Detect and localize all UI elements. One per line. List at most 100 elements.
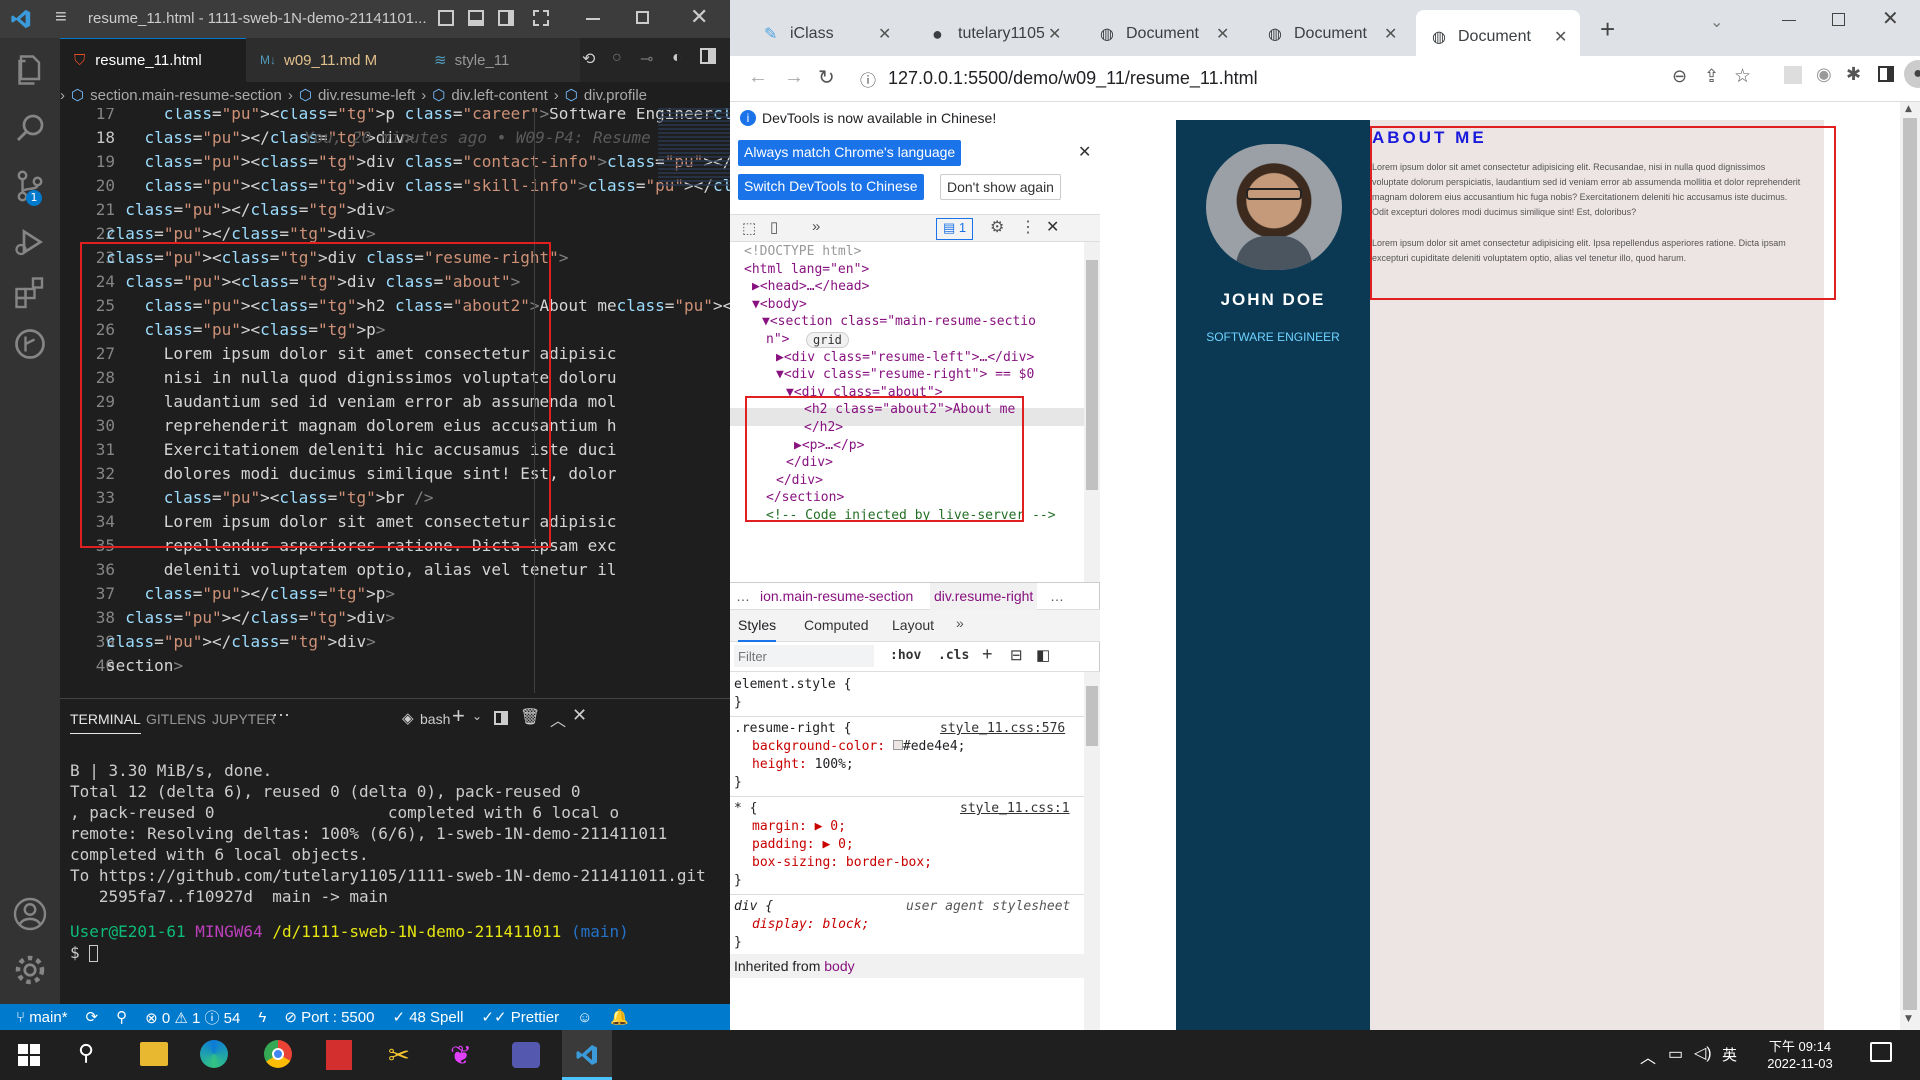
customize-layout-icon[interactable] — [533, 10, 549, 26]
new-rule-icon[interactable]: + — [982, 644, 993, 665]
always-match-language-button[interactable]: Always match Chrome's language — [738, 140, 962, 166]
scroll-down-icon[interactable]: ▼ — [1905, 1014, 1912, 1024]
close-icon[interactable]: ✕ — [1882, 6, 1899, 31]
clock-time[interactable]: 下午 09:14 — [1760, 1036, 1840, 1055]
maximize-panel-icon[interactable]: ︿ — [550, 707, 566, 731]
tray-chevron-icon[interactable]: ︿ — [1640, 1044, 1656, 1068]
account-icon[interactable] — [12, 896, 48, 932]
url-text[interactable]: 127.0.0.1:5500/demo/w09_11/resume_11.htm… — [888, 68, 1258, 89]
toggle-sidebar-icon[interactable]: ◧ — [1036, 646, 1050, 664]
infobar-close-icon[interactable]: ✕ — [1078, 142, 1091, 162]
dom-scrollbar[interactable] — [1084, 242, 1100, 582]
tab-computed[interactable]: Computed — [804, 617, 869, 633]
tab-close-icon[interactable]: ✕ — [878, 24, 891, 44]
pdf-reader-icon[interactable] — [326, 1040, 352, 1070]
settings-gear-icon[interactable] — [12, 952, 48, 988]
forward-icon[interactable]: → — [784, 66, 804, 89]
breadcrumb-item[interactable]: div.resume-left — [318, 87, 415, 104]
browser-tab-document-1[interactable]: ◍ Document ✕ — [1084, 12, 1234, 56]
breadcrumb-item[interactable]: section.main-resume-section — [90, 87, 282, 104]
maximize-icon[interactable] — [636, 11, 649, 24]
tab-resume-html[interactable]: ⛉ resume_11.html — [60, 38, 246, 82]
terminal-input-line[interactable]: $ — [70, 942, 99, 963]
dom-node-line[interactable]: ▼<section class="main-resume-sectio — [762, 314, 1036, 329]
inspect-element-icon[interactable]: ⬚ — [742, 219, 756, 237]
element-style-selector[interactable]: element.style { — [734, 676, 851, 694]
lightning-icon[interactable]: ϟ — [258, 1009, 266, 1026]
styles-filter-input[interactable] — [734, 645, 874, 667]
tab-style-css[interactable]: ≋ style_11 — [420, 38, 580, 82]
gitlens-status-icon[interactable]: ⚲ — [116, 1008, 127, 1026]
scroll-up-icon[interactable]: ▲ — [1905, 104, 1912, 114]
next-change-icon[interactable]: ⊸ — [640, 49, 653, 69]
share-icon[interactable]: ⇪ — [1704, 66, 1719, 87]
settings-gear-icon[interactable]: ⚙ — [990, 217, 1004, 237]
computed-styles-icon[interactable]: ⊟ — [1010, 646, 1023, 664]
terminal-shell-name[interactable]: bash — [420, 711, 450, 727]
cls-toggle[interactable]: .cls — [938, 648, 969, 663]
styles-pane[interactable]: element.style { } .resume-right { style_… — [730, 672, 1084, 1030]
notification-center-icon[interactable] — [1870, 1042, 1892, 1062]
extension-1-icon[interactable] — [1784, 66, 1802, 84]
volume-icon[interactable]: ◁) — [1694, 1043, 1712, 1063]
browser-tab-github[interactable]: ● tutelary1105 ✕ — [916, 12, 1066, 56]
toggle-sidebar-icon[interactable] — [438, 10, 454, 26]
issues-counter[interactable]: ▤ 1 — [936, 218, 974, 240]
tab-close-icon[interactable]: ✕ — [1048, 24, 1061, 44]
tab-terminal[interactable]: TERMINAL — [70, 711, 141, 734]
color-swatch[interactable] — [892, 740, 903, 750]
breadcrumb-item[interactable]: div.left-content — [451, 87, 547, 104]
tab-close-icon[interactable]: ✕ — [1216, 24, 1229, 44]
network-icon[interactable]: ▭ — [1668, 1044, 1683, 1064]
chrome-icon[interactable] — [264, 1040, 292, 1068]
tab-search-icon[interactable]: ⌄ — [1710, 12, 1723, 32]
minimize-icon[interactable] — [1782, 20, 1796, 21]
tab-gitlens[interactable]: GITLENS — [146, 711, 206, 727]
site-info-icon[interactable]: ⓘ — [860, 67, 876, 91]
more-style-tabs-icon[interactable]: » — [956, 615, 964, 631]
page-scrollbar[interactable]: ▲ ▼ — [1900, 102, 1920, 1030]
panel-more-icon[interactable]: ⋯ — [272, 705, 290, 726]
tab-jupyter[interactable]: JUPYTER — [212, 711, 276, 727]
devtools-close-icon[interactable]: ✕ — [1046, 217, 1059, 237]
new-tab-icon[interactable]: + — [1600, 14, 1615, 45]
gitlens-icon[interactable] — [12, 326, 48, 362]
ime-indicator[interactable]: 英 — [1722, 1044, 1737, 1065]
run-debug-icon[interactable] — [12, 224, 48, 260]
browser-tab-document-2[interactable]: ◍ Document ✕ — [1252, 12, 1402, 56]
explorer-icon[interactable] — [12, 52, 48, 88]
reload-icon[interactable]: ↻ — [818, 65, 835, 90]
dom-node-line[interactable]: ▼<div class="resume-right"> == $0 — [776, 367, 1034, 382]
branch-status[interactable]: ⑂ main* — [16, 1009, 68, 1026]
windows-start-icon[interactable] — [18, 1044, 40, 1066]
menu-icon[interactable]: ≡ — [55, 6, 67, 29]
scrollbar-thumb[interactable] — [1086, 686, 1098, 746]
toggle-panel-icon[interactable] — [468, 10, 484, 26]
clock-date[interactable]: 2022-11-03 — [1758, 1056, 1842, 1071]
live-server-port[interactable]: ⊘ Port : 5500 — [284, 1008, 374, 1026]
dom-node-line[interactable]: <!DOCTYPE html> — [744, 244, 861, 259]
minimap[interactable] — [658, 108, 730, 188]
trash-icon[interactable]: 🗑 — [520, 707, 540, 727]
padding-declaration[interactable]: padding: ▶ 0; — [752, 836, 854, 854]
resume-right-selector[interactable]: .resume-right { — [734, 720, 851, 738]
source-link[interactable]: style_11.css:1 — [960, 800, 1070, 818]
split-editor-icon[interactable] — [700, 48, 716, 64]
chevron-down-icon[interactable]: ⌄ — [472, 709, 482, 723]
crumb-more-end[interactable]: … — [1050, 588, 1064, 604]
bookmark-star-icon[interactable]: ☆ — [1734, 65, 1751, 88]
scrollbar-thumb[interactable] — [1903, 118, 1917, 1010]
problems-status[interactable]: ⊗ 0 ⚠ 1 ⓘ 54 — [145, 1007, 240, 1028]
box-sizing-declaration[interactable]: box-sizing: border-box; — [752, 854, 932, 872]
prev-change-icon[interactable]: ○ — [612, 49, 622, 67]
paint-icon[interactable]: ❦ — [450, 1040, 472, 1071]
dom-node-line[interactable]: ▼<body> — [752, 297, 807, 312]
file-explorer-icon[interactable] — [140, 1042, 168, 1066]
crumb-more[interactable]: … — [736, 588, 750, 604]
tab-styles[interactable]: Styles — [738, 617, 777, 642]
vscode-taskbar-button[interactable] — [562, 1030, 612, 1080]
inherited-element[interactable]: body — [824, 958, 854, 974]
teams-icon[interactable] — [512, 1042, 540, 1068]
styles-scrollbar[interactable] — [1084, 672, 1100, 1030]
extensions-puzzle-icon[interactable]: ✱ — [1846, 64, 1861, 85]
